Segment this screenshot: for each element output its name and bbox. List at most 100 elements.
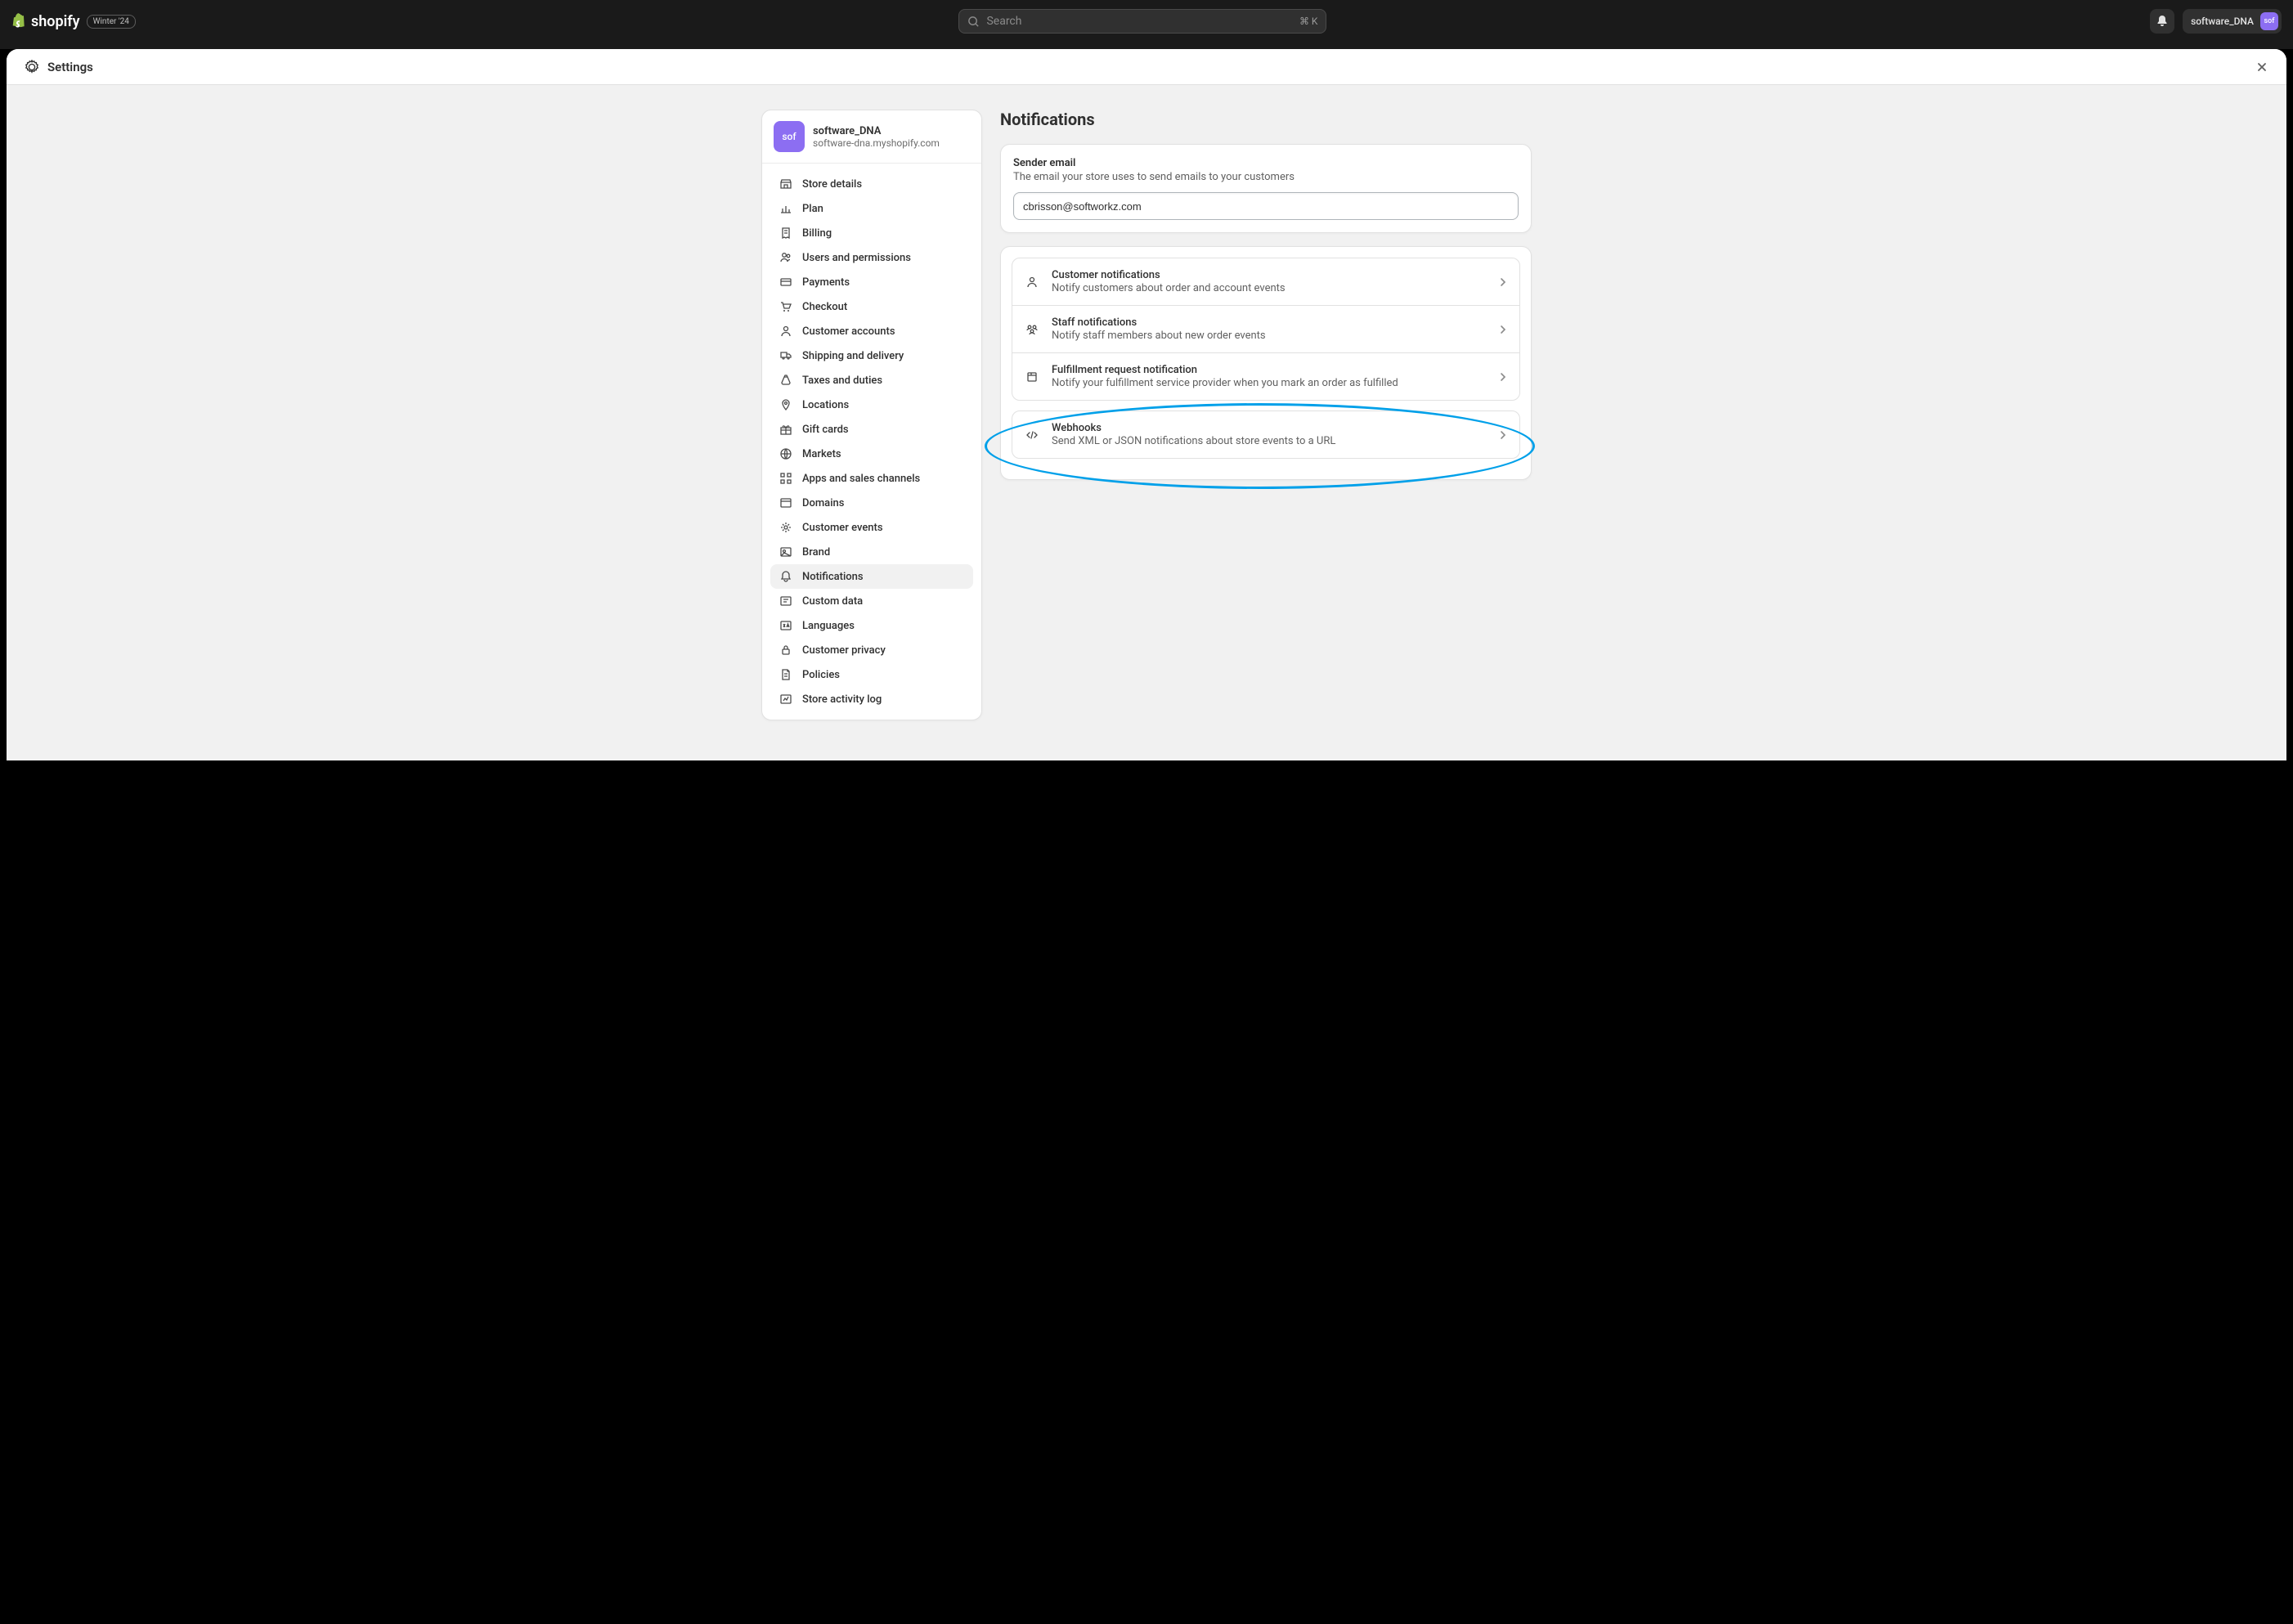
sidebar-item-customer-accounts[interactable]: Customer accounts [770, 319, 973, 343]
row-title: Customer notifications [1052, 269, 1487, 281]
sidebar-item-label: Policies [802, 669, 840, 681]
page-title: Notifications [1000, 110, 1532, 129]
sidebar-item-label: Plan [802, 203, 823, 215]
sidebar-item-label: Customer events [802, 522, 883, 534]
card-icon [779, 275, 793, 289]
gift-icon [779, 422, 793, 437]
user-menu[interactable]: software_DNA sof [2183, 9, 2282, 34]
search-input[interactable]: Search ⌘ K [958, 9, 1326, 34]
row-webhooks[interactable]: WebhooksSend XML or JSON notifications a… [1012, 411, 1519, 458]
sidebar-item-activity[interactable]: Store activity log [770, 687, 973, 711]
sidebar-item-languages[interactable]: Languages [770, 613, 973, 638]
row-description: Notify customers about order and account… [1052, 282, 1487, 294]
sidebar-item-label: Locations [802, 399, 849, 411]
sidebar-item-label: Domains [802, 497, 844, 509]
row-description: Notify staff members about new order eve… [1052, 330, 1487, 342]
activity-icon [779, 692, 793, 707]
sidebar-item-events[interactable]: Customer events [770, 515, 973, 540]
winter-badge[interactable]: Winter '24 [87, 15, 136, 29]
sidebar-item-shipping[interactable]: Shipping and delivery [770, 343, 973, 368]
burst-icon [779, 520, 793, 535]
notifications-button[interactable] [2150, 9, 2174, 34]
row-staff[interactable]: Staff notificationsNotify staff members … [1012, 306, 1519, 353]
search-placeholder: Search [986, 15, 1021, 28]
row-fulfillment[interactable]: Fulfillment request notificationNotify y… [1012, 353, 1519, 400]
store-avatar-icon: sof [774, 121, 805, 152]
domain-icon [779, 496, 793, 510]
sidebar-item-label: Languages [802, 620, 855, 632]
sidebar-item-privacy[interactable]: Customer privacy [770, 638, 973, 662]
sidebar-item-label: Payments [802, 276, 850, 289]
bell-icon [2156, 15, 2169, 28]
sidebar-item-taxes[interactable]: Taxes and duties [770, 368, 973, 393]
sender-email-input[interactable] [1013, 192, 1519, 220]
sidebar-item-label: Brand [802, 546, 830, 559]
sidebar-item-label: Billing [802, 227, 832, 240]
sidebar-item-apps[interactable]: Apps and sales channels [770, 466, 973, 491]
notifications-list-card: Customer notificationsNotify customers a… [1000, 246, 1532, 480]
sidebar-item-gift[interactable]: Gift cards [770, 417, 973, 442]
shopify-bag-icon [11, 12, 28, 30]
store-header[interactable]: sof software_DNA software-dna.myshopify.… [762, 110, 981, 164]
sidebar-item-label: Customer accounts [802, 325, 895, 338]
settings-sidebar: sof software_DNA software-dna.myshopify.… [761, 110, 982, 720]
sidebar-item-label: Users and permissions [802, 252, 911, 264]
sidebar-item-label: Checkout [802, 301, 847, 313]
data-icon [779, 594, 793, 608]
person-icon [1024, 274, 1040, 290]
row-description: Send XML or JSON notifications about sto… [1052, 435, 1487, 447]
search-shortcut: ⌘ K [1299, 16, 1318, 27]
pin-icon [779, 397, 793, 412]
top-bar: shopify Winter '24 Search ⌘ K software_D… [0, 0, 2293, 43]
sidebar-item-label: Apps and sales channels [802, 473, 920, 485]
sidebar-item-store-details[interactable]: Store details [770, 172, 973, 196]
sender-email-description: The email your store uses to send emails… [1013, 171, 1519, 183]
sidebar-item-checkout[interactable]: Checkout [770, 294, 973, 319]
close-button[interactable] [2250, 56, 2273, 79]
sidebar-item-custom[interactable]: Custom data [770, 589, 973, 613]
bell-icon [779, 569, 793, 584]
policy-icon [779, 667, 793, 682]
chevron-right-icon [1498, 430, 1508, 440]
sidebar-item-domains[interactable]: Domains [770, 491, 973, 515]
apps-icon [779, 471, 793, 486]
row-title: Fulfillment request notification [1052, 364, 1487, 376]
row-title: Webhooks [1052, 422, 1487, 434]
brand-icon [779, 545, 793, 559]
search-icon [967, 16, 980, 28]
person-icon [779, 324, 793, 339]
receipt-icon [779, 226, 793, 240]
sender-email-card: Sender email The email your store uses t… [1000, 144, 1532, 233]
sidebar-item-notifications[interactable]: Notifications [770, 564, 973, 589]
sidebar-item-billing[interactable]: Billing [770, 221, 973, 245]
cart-icon [779, 299, 793, 314]
sidebar-item-users[interactable]: Users and permissions [770, 245, 973, 270]
sidebar-item-label: Customer privacy [802, 644, 886, 657]
modal-header: Settings [7, 49, 2286, 85]
store-icon [779, 177, 793, 191]
sidebar-item-markets[interactable]: Markets [770, 442, 973, 466]
lock-icon [779, 643, 793, 657]
people-icon [1024, 321, 1040, 338]
box-icon [1024, 369, 1040, 385]
sidebar-item-payments[interactable]: Payments [770, 270, 973, 294]
globe-icon [779, 446, 793, 461]
sidebar-item-label: Shipping and delivery [802, 350, 904, 362]
row-description: Notify your fulfillment service provider… [1052, 377, 1487, 389]
chart-icon [779, 201, 793, 216]
chevron-right-icon [1498, 372, 1508, 382]
sidebar-item-brand[interactable]: Brand [770, 540, 973, 564]
row-customer[interactable]: Customer notificationsNotify customers a… [1012, 258, 1519, 306]
store-name: software_DNA [813, 125, 940, 137]
sidebar-item-plan[interactable]: Plan [770, 196, 973, 221]
sidebar-item-locations[interactable]: Locations [770, 393, 973, 417]
sidebar-item-label: Markets [802, 448, 841, 460]
shopify-logo[interactable]: shopify [11, 12, 80, 30]
sidebar-item-policies[interactable]: Policies [770, 662, 973, 687]
lang-icon [779, 618, 793, 633]
row-title: Staff notifications [1052, 316, 1487, 329]
users-icon [779, 250, 793, 265]
brand-text: shopify [31, 13, 80, 30]
user-avatar-icon: sof [2260, 12, 2278, 30]
settings-content: Notifications Sender email The email you… [1000, 110, 1532, 720]
